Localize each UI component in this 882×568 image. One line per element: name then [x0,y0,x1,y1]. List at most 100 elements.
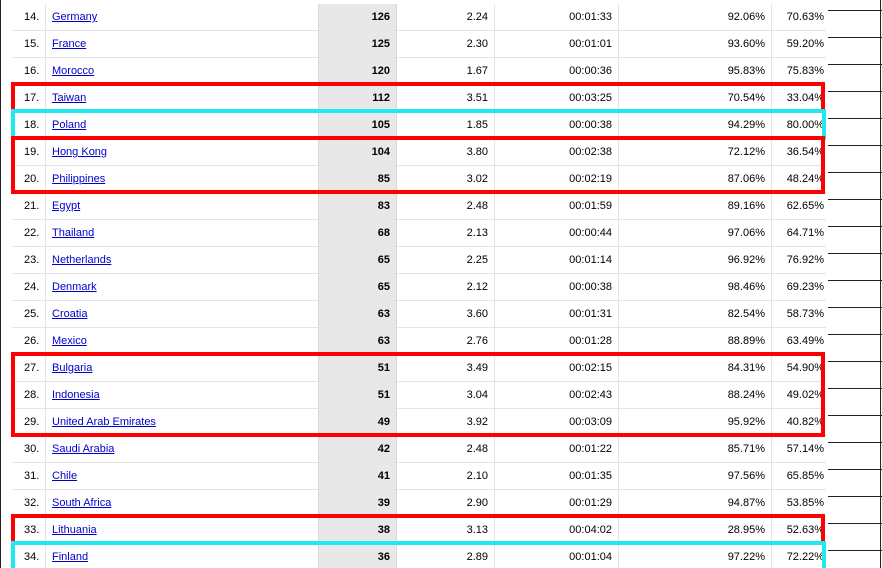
avg-time-cell: 00:01:28 [495,328,619,355]
analytics-country-table: 14. Germany 126 2.24 00:01:33 92.06% 70.63% 15.… [0,0,882,568]
table-row: 22. Thailand 68 2.13 00:00:44 97.06% 64.71% [0,220,882,247]
rank-cell: 26. [12,328,46,355]
edge-line [828,415,882,416]
avg-time-cell: 00:01:14 [495,247,619,274]
visits-cell: 83 [318,193,397,220]
bounce-rate-cell: 75.83% [772,58,826,85]
rank-cell: 25. [12,301,46,328]
red-highlight-box [11,136,825,194]
edge-line [828,64,882,65]
red-highlight-box [11,352,825,437]
pages-per-visit-cell: 2.12 [397,274,495,301]
table-row: 23. Netherlands 65 2.25 00:01:14 96.92% 76.92% [0,247,882,274]
table-row: 30. Saudi Arabia 42 2.48 00:01:22 85.71% 57.14… [0,436,882,463]
country-cell: Netherlands [46,247,318,274]
rank-cell: 23. [12,247,46,274]
country-link[interactable]: Thailand [52,227,94,239]
bounce-rate-cell: 76.92% [772,247,826,274]
visits-cell: 125 [318,31,397,58]
visits-cell: 42 [318,436,397,463]
pages-per-visit-cell: 2.90 [397,490,495,517]
edge-line [828,550,882,551]
bounce-rate-cell: 63.49% [772,328,826,355]
avg-time-cell: 00:00:44 [495,220,619,247]
country-link[interactable]: Chile [52,470,77,482]
rank-cell: 16. [12,58,46,85]
avg-time-cell: 00:01:31 [495,301,619,328]
pages-per-visit-cell: 2.30 [397,31,495,58]
new-visits-cell: 97.56% [619,463,772,490]
country-cell: Morocco [46,58,318,85]
country-link[interactable]: South Africa [52,497,111,509]
new-visits-cell: 96.92% [619,247,772,274]
rank-cell: 22. [12,220,46,247]
avg-time-cell: 00:01:59 [495,193,619,220]
new-visits-cell: 89.16% [619,193,772,220]
edge-line [828,10,882,11]
country-cell: South Africa [46,490,318,517]
pages-per-visit-cell: 2.24 [397,4,495,31]
avg-time-cell: 00:01:33 [495,4,619,31]
edge-line [828,388,882,389]
edge-vertical-line [0,0,1,568]
visits-cell: 68 [318,220,397,247]
avg-time-cell: 00:01:22 [495,436,619,463]
edge-line [828,199,882,200]
pages-per-visit-cell: 3.60 [397,301,495,328]
table-row: 26. Mexico 63 2.76 00:01:28 88.89% 63.49% [0,328,882,355]
country-link[interactable]: Morocco [52,65,94,77]
country-link[interactable]: Croatia [52,308,87,320]
visits-cell: 39 [318,490,397,517]
visits-cell: 41 [318,463,397,490]
cyan-highlight-box [11,541,826,568]
edge-line [828,118,882,119]
visits-cell: 126 [318,4,397,31]
country-link[interactable]: Egypt [52,200,80,212]
country-link[interactable]: Saudi Arabia [52,443,114,455]
edge-line [828,469,882,470]
new-visits-cell: 95.83% [619,58,772,85]
new-visits-cell: 85.71% [619,436,772,463]
pages-per-visit-cell: 1.67 [397,58,495,85]
country-cell: Thailand [46,220,318,247]
table-row: 16. Morocco 120 1.67 00:00:36 95.83% 75.83% [0,58,882,85]
pages-per-visit-cell: 2.76 [397,328,495,355]
country-link[interactable]: Germany [52,11,97,23]
bounce-rate-cell: 69.23% [772,274,826,301]
country-cell: Chile [46,463,318,490]
rank-cell: 21. [12,193,46,220]
avg-time-cell: 00:01:29 [495,490,619,517]
pages-per-visit-cell: 2.13 [397,220,495,247]
rank-cell: 15. [12,31,46,58]
bounce-rate-cell: 57.14% [772,436,826,463]
new-visits-cell: 93.60% [619,31,772,58]
visits-cell: 120 [318,58,397,85]
bounce-rate-cell: 65.85% [772,463,826,490]
edge-vertical-line [880,0,881,568]
table-row: 24. Denmark 65 2.12 00:00:38 98.46% 69.23% [0,274,882,301]
new-visits-cell: 88.89% [619,328,772,355]
country-cell: Egypt [46,193,318,220]
country-link[interactable]: Denmark [52,281,97,293]
bounce-rate-cell: 62.65% [772,193,826,220]
avg-time-cell: 00:01:01 [495,31,619,58]
country-link[interactable]: France [52,38,86,50]
pages-per-visit-cell: 2.48 [397,193,495,220]
country-cell: Saudi Arabia [46,436,318,463]
new-visits-cell: 98.46% [619,274,772,301]
bounce-rate-cell: 64.71% [772,220,826,247]
country-link[interactable]: Netherlands [52,254,111,266]
visits-cell: 63 [318,301,397,328]
edge-line [828,145,882,146]
rank-cell: 24. [12,274,46,301]
edge-line [828,334,882,335]
table-row: 25. Croatia 63 3.60 00:01:31 82.54% 58.73% [0,301,882,328]
edge-line [828,361,882,362]
edge-line [828,280,882,281]
edge-line [828,37,882,38]
bounce-rate-cell: 70.63% [772,4,826,31]
new-visits-cell: 97.06% [619,220,772,247]
rank-cell: 31. [12,463,46,490]
country-link[interactable]: Mexico [52,335,87,347]
avg-time-cell: 00:00:38 [495,274,619,301]
